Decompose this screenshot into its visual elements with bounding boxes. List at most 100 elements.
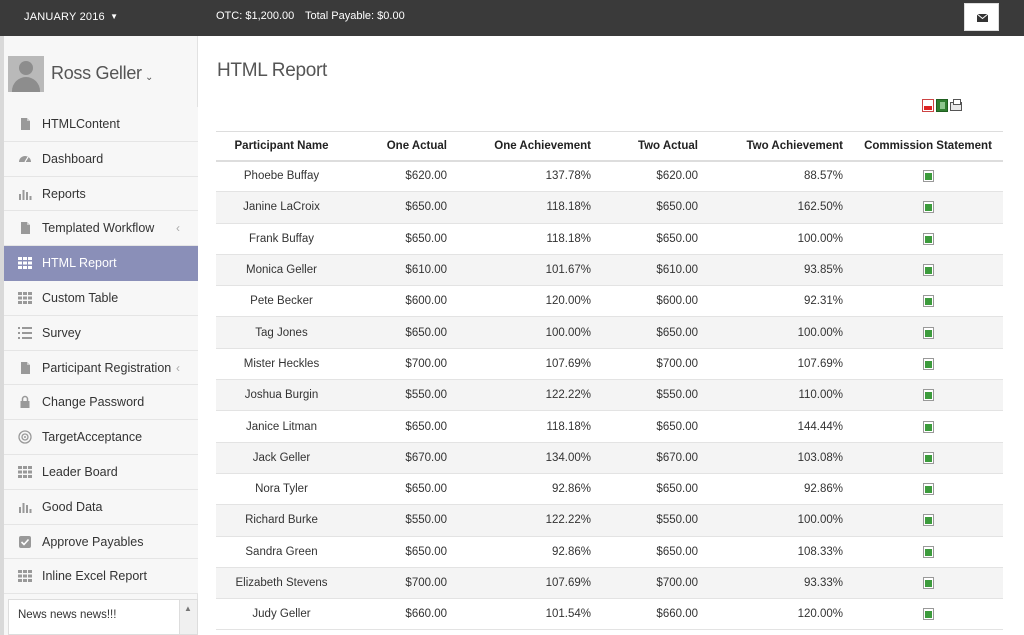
sidebar-item-change-password[interactable]: Change Password (4, 385, 198, 421)
sidebar-item-leader-board[interactable]: Leader Board (4, 454, 198, 490)
cell-two-actual: $650.00 (601, 223, 708, 255)
excel-file-icon[interactable] (922, 201, 934, 214)
sidebar-item-label: Leader Board (42, 464, 118, 479)
cell-one-actual: $650.00 (347, 191, 457, 224)
cell-commission-statement (853, 191, 1003, 224)
sidebar-item-templated-workflow[interactable]: Templated Workflow ‹ (4, 211, 198, 247)
mail-button[interactable] (964, 3, 999, 31)
cell-two-achievement: 110.00% (708, 379, 853, 412)
scroll-up-icon[interactable]: ▲ (184, 604, 192, 613)
table-row: Richard Burke $550.00 122.22% $550.00 100.00… (216, 504, 1003, 537)
excel-file-icon[interactable] (922, 326, 934, 339)
excel-file-icon[interactable] (922, 451, 934, 464)
cell-participant-name: Richard Burke (216, 504, 347, 537)
cell-two-actual: $600.00 (601, 285, 708, 318)
cell-two-achievement: 92.86% (708, 473, 853, 506)
sidebar-item-approve-payables[interactable]: Approve Payables (4, 524, 198, 560)
pdf-icon[interactable] (922, 99, 934, 112)
excel-file-icon[interactable] (922, 389, 934, 402)
sidebar-item-label: Templated Workflow (42, 221, 155, 236)
sidebar-item-survey[interactable]: Survey (4, 315, 198, 351)
excel-file-icon[interactable] (922, 514, 934, 527)
sidebar-item-good-data[interactable]: Good Data (4, 489, 198, 525)
cell-two-achievement: 120.00% (708, 598, 853, 631)
excel-file-icon[interactable] (922, 264, 934, 277)
cell-participant-name: Janice Litman (216, 410, 347, 443)
user-menu[interactable]: Ross Geller ⌄ (8, 56, 198, 92)
file-icon (18, 117, 32, 131)
cell-one-achievement: 118.18% (457, 410, 601, 443)
table-row: Monica Geller $610.00 101.67% $610.00 93.85% (216, 254, 1003, 287)
grid-icon (18, 256, 32, 270)
cell-commission-statement (853, 567, 1003, 600)
cell-one-achievement: 122.22% (457, 379, 601, 412)
excel-file-icon[interactable] (922, 357, 934, 370)
cell-one-achievement: 118.18% (457, 191, 601, 224)
cell-two-achievement: 93.85% (708, 254, 853, 287)
cell-commission-statement (853, 254, 1003, 287)
table-row: Tag Jones $650.00 100.00% $650.00 100.00% (216, 316, 1003, 349)
sidebar-item-targetacceptance[interactable]: TargetAcceptance (4, 420, 198, 455)
table-header-row: Participant Name One Actual One Achievem… (216, 131, 1003, 162)
col-one-achievement[interactable]: One Achievement (457, 131, 601, 162)
col-commission-statement[interactable]: Commission Statement (853, 131, 1003, 162)
cell-one-achievement: 120.00% (457, 285, 601, 318)
table-row: Judy Geller $660.00 101.54% $660.00 120.00% (216, 598, 1003, 631)
excel-file-icon[interactable] (922, 170, 934, 183)
sidebar-item-html-report[interactable]: HTML Report (4, 246, 198, 281)
col-participant-name[interactable]: Participant Name (216, 131, 347, 162)
news-scrollbar[interactable]: ▲ (179, 600, 197, 634)
bar-chart-icon (18, 500, 32, 514)
cell-two-actual: $550.00 (601, 379, 708, 412)
otc-value: OTC: $1,200.00 (216, 10, 295, 22)
cell-participant-name: Elizabeth Stevens (216, 567, 347, 600)
cell-commission-statement (853, 473, 1003, 506)
excel-file-icon[interactable] (922, 576, 934, 589)
cell-one-actual: $550.00 (347, 379, 457, 412)
cell-one-actual: $650.00 (347, 410, 457, 443)
sidebar-item-participant-registration[interactable]: Participant Registration ‹ (4, 350, 198, 386)
cell-two-actual: $650.00 (601, 191, 708, 224)
table-row: Elizabeth Stevens $700.00 107.69% $700.00 93… (216, 567, 1003, 600)
table-body: Phoebe Buffay $620.00 137.78% $620.00 88.57%… (216, 160, 1003, 631)
excel-file-icon[interactable] (922, 483, 934, 496)
cell-commission-statement (853, 285, 1003, 318)
cell-participant-name: Mister Heckles (216, 348, 347, 381)
cell-two-actual: $670.00 (601, 442, 708, 474)
cell-two-achievement: 144.44% (708, 410, 853, 443)
file-icon (18, 221, 32, 235)
period-selector[interactable]: JANUARY 2016 ▼ (24, 11, 118, 23)
excel-file-icon[interactable] (922, 232, 934, 245)
news-text: News news news!!! (18, 609, 117, 621)
cell-commission-statement (853, 223, 1003, 255)
sidebar-item-label: Inline Excel Report (42, 569, 147, 584)
sidebar-item-label: Survey (42, 325, 81, 340)
excel-file-icon[interactable] (922, 295, 934, 308)
envelope-icon (977, 14, 988, 22)
excel-file-icon[interactable] (922, 608, 934, 621)
cell-two-achievement: 162.50% (708, 191, 853, 224)
cell-two-actual: $620.00 (601, 160, 708, 193)
table-row: Janice Litman $650.00 118.18% $650.00 144.44… (216, 410, 1003, 443)
cell-one-actual: $650.00 (347, 473, 457, 506)
excel-icon[interactable] (936, 99, 948, 112)
cell-commission-statement (853, 410, 1003, 443)
sidebar-item-custom-table[interactable]: Custom Table (4, 280, 198, 316)
sidebar-item-htmlcontent[interactable]: HTMLContent (4, 107, 198, 142)
sidebar-item-reports[interactable]: Reports (4, 176, 198, 212)
export-toolbar (922, 99, 964, 113)
col-two-achievement[interactable]: Two Achievement (708, 131, 853, 162)
excel-file-icon[interactable] (922, 545, 934, 558)
col-two-actual[interactable]: Two Actual (601, 131, 708, 162)
cell-commission-statement (853, 536, 1003, 568)
sidebar-item-inline-excel-report[interactable]: Inline Excel Report (4, 559, 198, 595)
col-one-actual[interactable]: One Actual (347, 131, 457, 162)
period-label: JANUARY 2016 (24, 11, 105, 23)
sidebar-item-label: TargetAcceptance (42, 430, 143, 445)
sidebar-item-dashboard[interactable]: Dashboard (4, 141, 198, 177)
cell-two-actual: $700.00 (601, 348, 708, 381)
cell-commission-statement (853, 504, 1003, 537)
excel-file-icon[interactable] (922, 420, 934, 433)
print-icon[interactable] (950, 99, 962, 111)
cell-two-actual: $610.00 (601, 254, 708, 287)
